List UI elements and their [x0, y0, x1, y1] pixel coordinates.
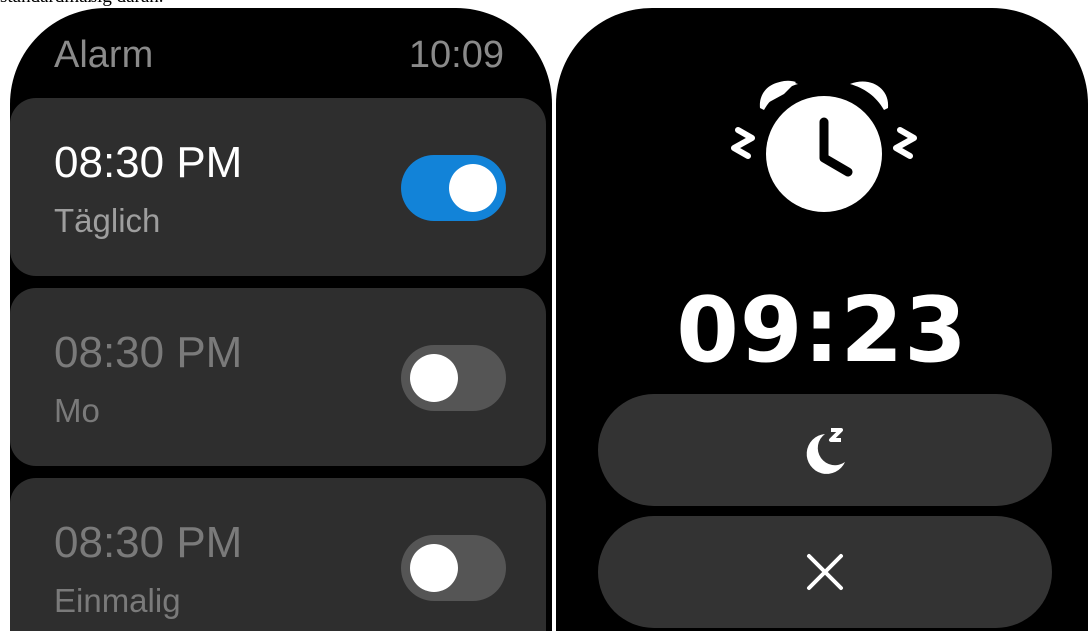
alarm-toggle-3[interactable]: [401, 535, 506, 601]
snooze-button[interactable]: [598, 394, 1052, 506]
toggle-knob: [410, 354, 458, 402]
alarm-time: 08:30 PM: [54, 328, 243, 377]
cropped-caption-text: standardmäßig daran.: [0, 0, 164, 8]
dismiss-button[interactable]: [598, 516, 1052, 628]
alarm-time: 08:30 PM: [54, 518, 243, 567]
alarm-toggle-1[interactable]: [401, 155, 506, 221]
alarm-repeat: Einmalig: [54, 582, 181, 619]
clock-time: 10:09: [408, 34, 504, 76]
alarm-toggle-2[interactable]: [401, 345, 506, 411]
alarm-repeat: Mo: [54, 392, 100, 429]
alarm-item-2[interactable]: 08:30 PM Mo: [10, 288, 546, 466]
alarm-list-screen: Alarm 10:09 08:30 PM Täglich 08:30 PM Mo…: [10, 8, 552, 631]
toggle-knob: [449, 164, 497, 212]
alarm-time: 08:30 PM: [54, 138, 243, 187]
alarm-repeat: Täglich: [54, 202, 161, 239]
ringing-time: 09:23: [676, 278, 968, 383]
alarm-item-1[interactable]: 08:30 PM Täglich: [10, 98, 546, 276]
toggle-knob: [410, 544, 458, 592]
close-icon: [807, 554, 843, 590]
alarm-ringing-screen: 09:23: [556, 8, 1088, 631]
alarm-item-3[interactable]: 08:30 PM Einmalig: [10, 478, 546, 631]
page-title: Alarm: [54, 34, 154, 76]
alarm-clock-ringing-icon: [731, 80, 917, 212]
snooze-moon-icon: [806, 428, 845, 474]
